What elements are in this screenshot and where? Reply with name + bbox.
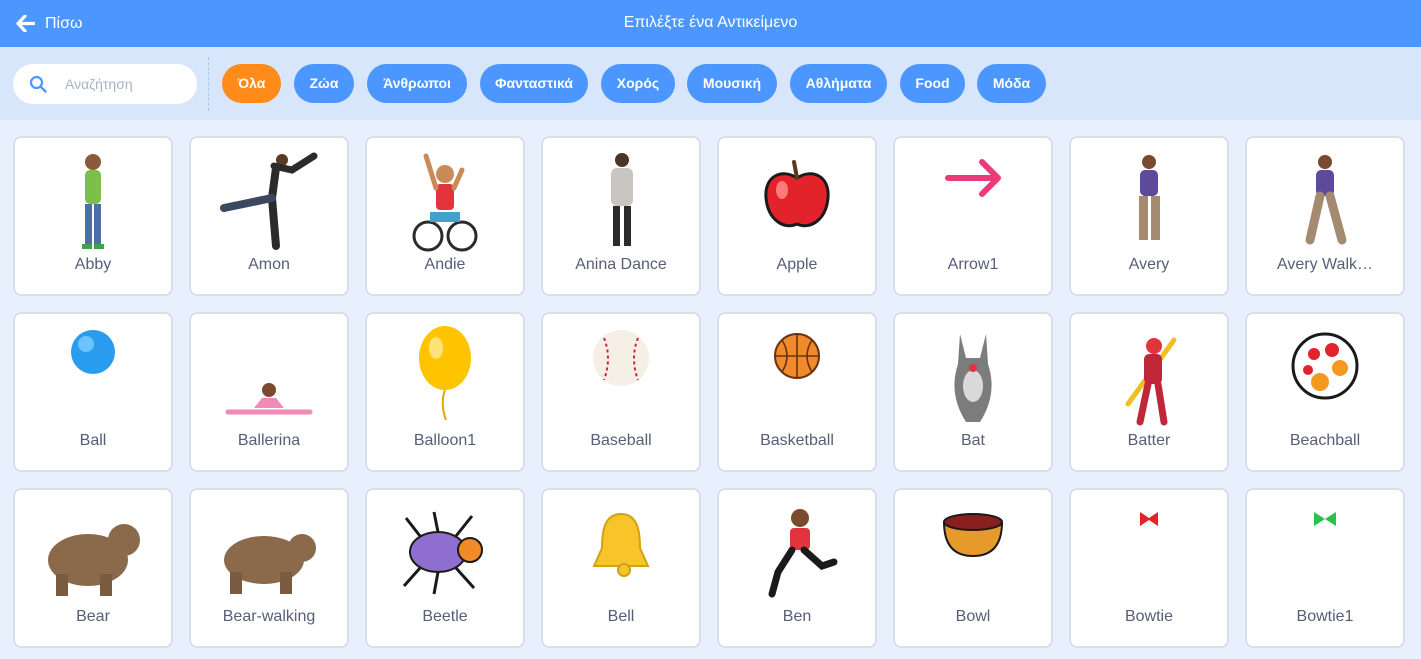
sprite-label: Amon	[248, 256, 290, 273]
sprite-label: Bear-walking	[222, 608, 316, 625]
search-icon	[29, 75, 47, 93]
filter-divider	[208, 57, 209, 111]
apple-icon	[764, 160, 830, 228]
filter-dance[interactable]: Χορός	[601, 64, 675, 103]
sprite-tile-ben[interactable]: Ben	[717, 488, 877, 648]
filter-animals[interactable]: Ζώα	[294, 64, 354, 103]
sprite-tile-andie[interactable]: Andie	[365, 136, 525, 296]
sprite-tile-bowl[interactable]: Bowl	[893, 488, 1053, 648]
sprite-tile-beachball[interactable]: Beachball	[1245, 312, 1405, 472]
sprite-label: Avery	[1128, 256, 1170, 273]
sprite-tile-bat[interactable]: Bat	[893, 312, 1053, 472]
sprite-label: Balloon1	[413, 432, 477, 449]
sprite-tile-avery-walking[interactable]: Avery Walk…	[1245, 136, 1405, 296]
balloon-icon	[419, 326, 471, 421]
sprite-tile-bowtie1[interactable]: Bowtie1	[1245, 488, 1405, 648]
bowtie-icon	[1140, 512, 1158, 526]
beetle-icon	[402, 511, 483, 595]
bear-walking-icon	[224, 534, 316, 594]
filter-food[interactable]: Food	[900, 64, 965, 103]
filter-fantasy[interactable]: Φανταστικά	[480, 64, 588, 103]
sprite-tile-avery[interactable]: Avery	[1069, 136, 1229, 296]
filter-sports[interactable]: Αθλήματα	[790, 64, 887, 103]
sprite-tile-ballerina[interactable]: Ballerina	[189, 312, 349, 472]
sprite-label: Beetle	[422, 608, 468, 625]
sprite-tile-baseball[interactable]: Baseball	[541, 312, 701, 472]
sprite-tile-arrow1[interactable]: Arrow1	[893, 136, 1053, 296]
sprite-label: Batter	[1127, 432, 1171, 449]
sprite-label: Bowl	[955, 608, 991, 625]
baseball-icon	[593, 330, 649, 386]
bowtie-green-icon	[1314, 512, 1336, 526]
girl-icon	[1139, 155, 1160, 240]
girl-icon	[82, 154, 104, 249]
sprite-tile-balloon1[interactable]: Balloon1	[365, 312, 525, 472]
sprite-tile-bear-walking[interactable]: Bear-walking	[189, 488, 349, 648]
sprite-label: Bear	[76, 608, 110, 625]
sprite-label: Basketball	[760, 432, 834, 449]
bear-icon	[48, 524, 140, 596]
sprite-tile-apple[interactable]: Apple	[717, 136, 877, 296]
sprite-label: Ball	[79, 432, 107, 449]
sprite-tile-batter[interactable]: Batter	[1069, 312, 1229, 472]
sprite-label: Andie	[424, 256, 466, 273]
sprite-label: Arrow1	[947, 256, 999, 273]
search-input[interactable]: Αναζήτηση	[65, 64, 133, 104]
sprite-label: Bell	[607, 608, 635, 625]
sprite-tile-basketball[interactable]: Basketball	[717, 312, 877, 472]
header-bar: Πίσω Επιλέξτε ένα Αντικείμενο	[0, 0, 1421, 47]
search-box[interactable]: Αναζήτηση	[13, 64, 197, 104]
sprite-tile-bell[interactable]: Bell	[541, 488, 701, 648]
batter-icon	[1125, 337, 1177, 426]
ball-icon	[71, 330, 115, 374]
bat-icon	[954, 334, 992, 422]
sprite-label: Bowtie	[1124, 608, 1174, 625]
sprite-tile-amon[interactable]: Amon	[189, 136, 349, 296]
dancer-woman-icon	[611, 153, 633, 246]
sprite-label: Bowtie1	[1296, 608, 1354, 625]
sprite-tile-abby[interactable]: Abby	[13, 136, 173, 296]
sprite-label: Avery Walk…	[1276, 256, 1373, 273]
filter-fashion[interactable]: Μόδα	[977, 64, 1046, 103]
ballerina-icon	[225, 383, 313, 415]
sprite-label: Baseball	[590, 432, 652, 449]
bowl-icon	[942, 513, 1004, 558]
sprite-tile-anina-dance[interactable]: Anina Dance	[541, 136, 701, 296]
sprite-label: Ballerina	[237, 432, 301, 449]
dancer-man-icon	[220, 152, 318, 250]
filter-music[interactable]: Μουσική	[687, 64, 777, 103]
sprite-label: Apple	[776, 256, 818, 273]
boy-running-icon	[768, 509, 838, 598]
sprite-label: Bat	[960, 432, 985, 449]
filter-people[interactable]: Άνθρωποι	[367, 64, 467, 103]
bell-icon	[592, 512, 650, 577]
sprite-label: Anina Dance	[575, 256, 667, 273]
wheelchair-icon	[412, 153, 478, 252]
basketball-icon	[774, 333, 820, 379]
sprite-label: Beachball	[1289, 432, 1361, 449]
arrow-icon	[945, 159, 1001, 197]
sprite-tile-ball[interactable]: Ball	[13, 312, 173, 472]
sprite-label: Ben	[782, 608, 812, 625]
filter-all[interactable]: Όλα	[222, 64, 281, 103]
beachball-icon	[1291, 332, 1359, 400]
filter-bar: Αναζήτηση Όλα Ζώα Άνθρωποι Φανταστικά Χο…	[0, 47, 1421, 120]
girl-walking-icon	[1305, 155, 1347, 245]
sprite-tile-bear[interactable]: Bear	[13, 488, 173, 648]
page-title: Επιλέξτε ένα Αντικείμενο	[623, 14, 798, 31]
sprite-tile-beetle[interactable]: Beetle	[365, 488, 525, 648]
sprite-label: Abby	[74, 256, 112, 273]
sprite-tile-bowtie[interactable]: Bowtie	[1069, 488, 1229, 648]
